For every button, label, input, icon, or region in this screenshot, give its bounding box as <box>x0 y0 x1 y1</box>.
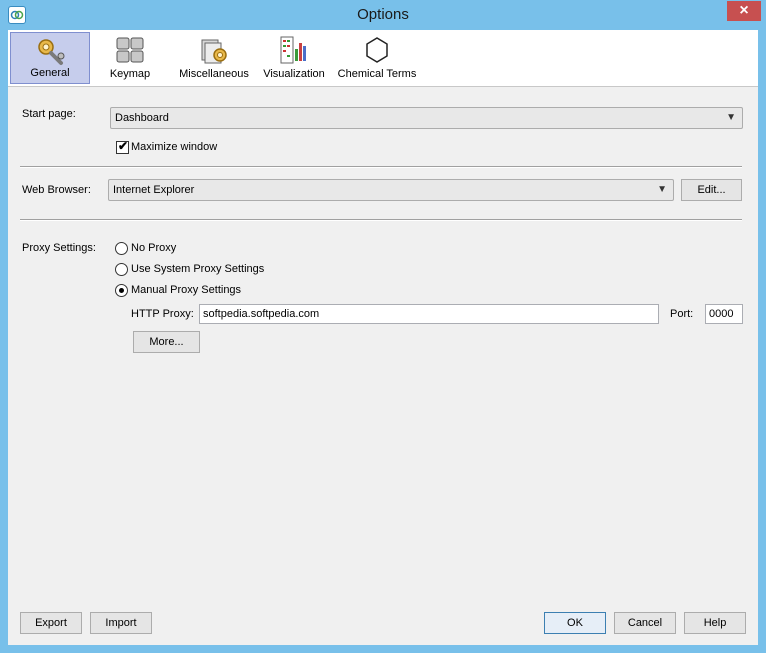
tab-visualization-label: Visualization <box>263 68 325 80</box>
window-title: Options <box>357 6 409 23</box>
start-page-select[interactable]: Dashboard ▼ <box>110 107 743 129</box>
web-browser-value: Internet Explorer <box>113 184 195 196</box>
tab-keymap[interactable]: Keymap <box>98 32 162 84</box>
tab-general-label: General <box>30 67 70 79</box>
tab-miscellaneous-label: Miscellaneous <box>179 68 249 80</box>
import-button[interactable]: Import <box>90 612 152 634</box>
port-input[interactable]: 0000 <box>705 304 743 324</box>
no-proxy-label: No Proxy <box>131 242 177 254</box>
maximize-window-label: Maximize window <box>131 141 218 153</box>
category-toolbar: General Keymap Miscellaneous Visualizati… <box>8 30 758 87</box>
title-bar[interactable]: Options × <box>0 0 766 30</box>
tab-general[interactable]: General <box>10 32 90 84</box>
start-page-value: Dashboard <box>115 112 169 124</box>
http-proxy-input[interactable]: softpedia.softpedia.com <box>199 304 659 324</box>
hexagon-icon <box>362 35 392 65</box>
manual-proxy-label: Manual Proxy Settings <box>131 284 242 296</box>
tab-chemical-terms[interactable]: Chemical Terms <box>336 32 418 84</box>
more-proxy-button[interactable]: More... <box>133 331 200 353</box>
edit-browser-button[interactable]: Edit... <box>681 179 742 201</box>
misc-gear-icon <box>199 35 229 65</box>
visualization-icon <box>279 35 309 65</box>
ok-button[interactable]: OK <box>544 612 606 634</box>
export-button[interactable]: Export <box>20 612 82 634</box>
tab-chemical-terms-label: Chemical Terms <box>337 68 417 80</box>
close-button[interactable]: × <box>727 1 761 21</box>
web-browser-label: Web Browser: <box>22 184 91 196</box>
proxy-settings-label: Proxy Settings: <box>22 242 96 254</box>
tab-keymap-label: Keymap <box>109 68 151 80</box>
radio-no-proxy[interactable] <box>115 242 128 255</box>
chevron-down-icon: ▼ <box>657 184 667 195</box>
radio-manual-proxy[interactable] <box>115 284 128 297</box>
separator-2 <box>20 219 742 221</box>
tab-miscellaneous[interactable]: Miscellaneous <box>174 32 254 84</box>
separator-1 <box>20 166 742 168</box>
radio-system-proxy[interactable] <box>115 263 128 276</box>
port-label: Port: <box>670 308 694 320</box>
keyboard-icon <box>115 35 145 65</box>
system-proxy-label: Use System Proxy Settings <box>131 263 265 275</box>
help-button[interactable]: Help <box>684 612 746 634</box>
gear-wrench-icon <box>35 36 65 66</box>
web-browser-select[interactable]: Internet Explorer ▼ <box>108 179 674 201</box>
http-proxy-label: HTTP Proxy: <box>131 308 194 320</box>
maximize-window-checkbox[interactable]: ✔ <box>116 139 129 154</box>
tab-visualization[interactable]: Visualization <box>260 32 328 84</box>
dialog-body: General Keymap Miscellaneous Visualizati… <box>8 30 758 645</box>
start-page-label: Start page: <box>22 108 76 120</box>
options-dialog: Options × General Keymap Miscellaneous V… <box>0 0 766 653</box>
checkmark-icon: ✔ <box>118 139 129 153</box>
radio-selected-dot <box>119 288 124 293</box>
chevron-down-icon: ▼ <box>726 112 736 123</box>
cancel-button[interactable]: Cancel <box>614 612 676 634</box>
